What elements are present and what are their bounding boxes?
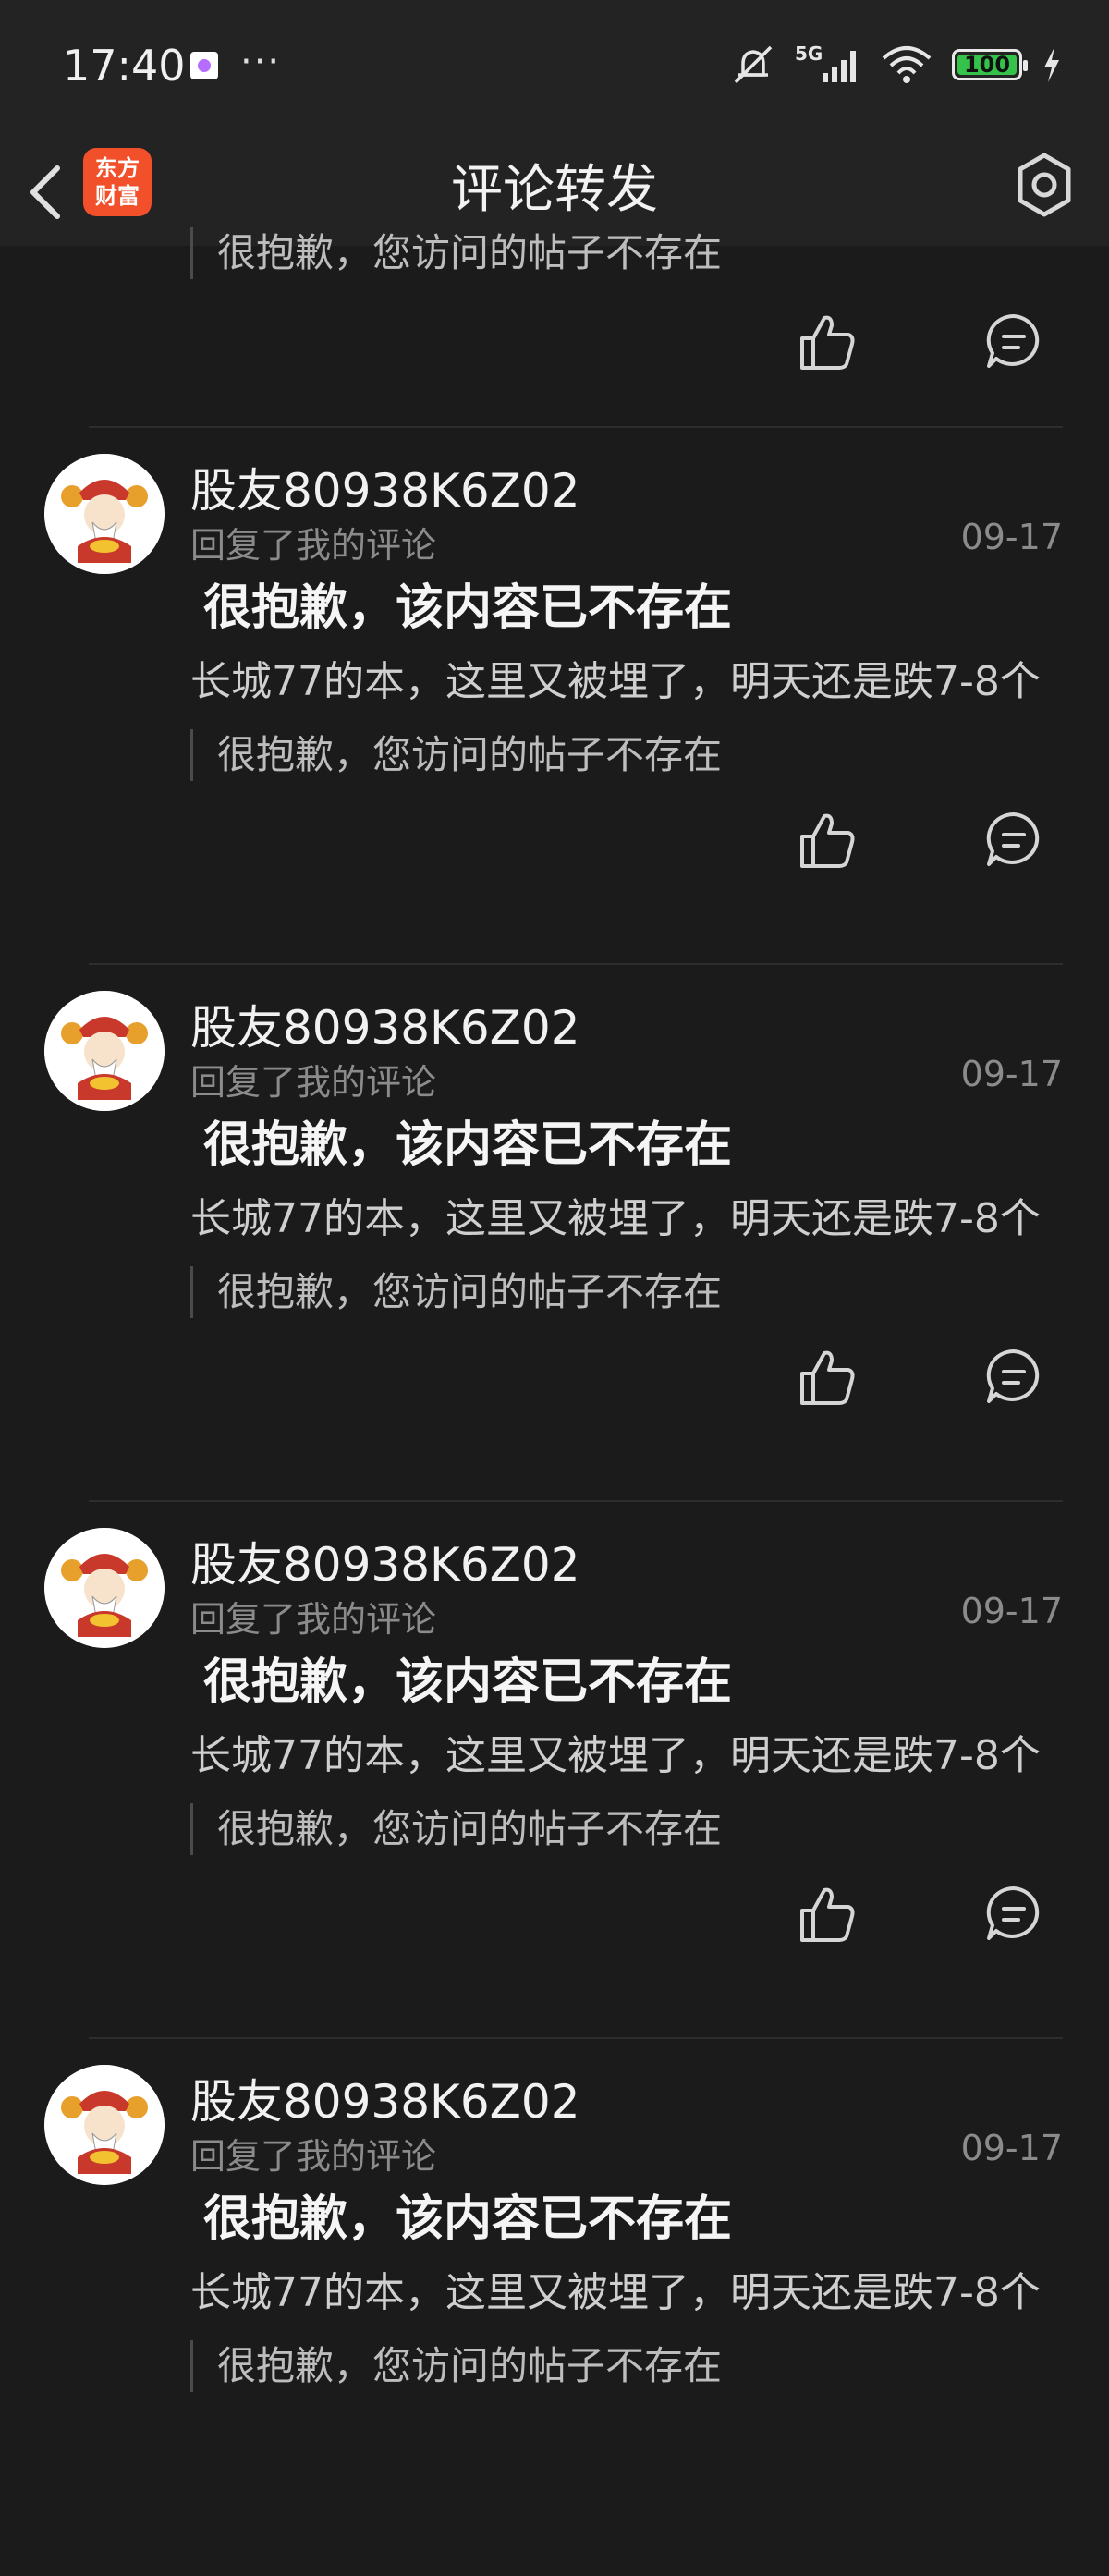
mute-vibrate-icon [730, 43, 776, 86]
quoted-post[interactable]: 很抱歉，您访问的帖子不存在 [190, 729, 883, 781]
item-actions [795, 311, 1044, 375]
status-bar: 17:40 ··· 5G 100 [0, 0, 1109, 139]
status-time: 17:40 [63, 41, 186, 91]
action-description: 回复了我的评论 [190, 525, 437, 566]
caishen-avatar-icon [44, 454, 165, 574]
comment-item[interactable]: 股友80938K6Z02 回复了我的评论 09-17 很抱歉，该内容已不存在 长… [0, 2039, 1109, 2576]
battery-icon: 100 [952, 49, 1028, 80]
avatar[interactable] [44, 991, 165, 1111]
charging-icon [1041, 43, 1063, 86]
action-description: 回复了我的评论 [190, 1599, 437, 1640]
signal-5g-icon: 5G [795, 43, 861, 86]
comment-item-partial: 很抱歉，您访问的帖子不存在 [0, 227, 1109, 412]
item-actions [795, 1883, 1044, 1947]
app-notification-icon [190, 52, 218, 79]
wifi-icon [880, 43, 933, 86]
comment-icon[interactable] [983, 809, 1044, 870]
quoted-post[interactable]: 很抱歉，您访问的帖子不存在 [190, 227, 883, 279]
avatar[interactable] [44, 454, 165, 574]
deleted-content-notice: 很抱歉，该内容已不存在 [203, 2191, 733, 2247]
comment-text[interactable]: 长城77的本，这里又被埋了，明天还是跌7-8个 [190, 1185, 1068, 1244]
avatar[interactable] [44, 1528, 165, 1648]
action-description: 回复了我的评论 [190, 1062, 437, 1103]
comment-item[interactable]: 股友80938K6Z02 回复了我的评论 09-17 很抱歉，该内容已不存在 长… [0, 428, 1109, 965]
user-name[interactable]: 股友80938K6Z02 [190, 454, 580, 520]
deleted-content-notice: 很抱歉，该内容已不存在 [203, 580, 733, 636]
comment-icon[interactable] [983, 1883, 1044, 1944]
settings-button[interactable] [1007, 148, 1081, 222]
user-name[interactable]: 股友80938K6Z02 [190, 1528, 580, 1594]
timestamp: 09-17 [960, 1591, 1063, 1631]
user-name[interactable]: 股友80938K6Z02 [190, 2065, 580, 2131]
caishen-avatar-icon [44, 1528, 165, 1648]
caishen-avatar-icon [44, 2065, 165, 2185]
comment-icon[interactable] [983, 311, 1044, 372]
item-actions [795, 809, 1044, 873]
timestamp: 09-17 [960, 517, 1063, 557]
comment-text[interactable]: 长城77的本，这里又被埋了，明天还是跌7-8个 [190, 2259, 1068, 2318]
user-name[interactable]: 股友80938K6Z02 [190, 991, 580, 1057]
comment-text[interactable]: 长城77的本，这里又被埋了，明天还是跌7-8个 [190, 648, 1068, 707]
like-icon[interactable] [795, 809, 859, 873]
deleted-content-notice: 很抱歉，该内容已不存在 [203, 1117, 733, 1173]
action-description: 回复了我的评论 [190, 2136, 437, 2177]
caishen-avatar-icon [44, 991, 165, 1111]
timestamp: 09-17 [960, 1054, 1063, 1094]
comment-item[interactable]: 股友80938K6Z02 回复了我的评论 09-17 很抱歉，该内容已不存在 长… [0, 1502, 1109, 2039]
battery-level: 100 [963, 52, 1011, 78]
avatar[interactable] [44, 2065, 165, 2185]
gear-icon [1018, 153, 1071, 217]
like-icon[interactable] [795, 1883, 859, 1947]
quoted-post[interactable]: 很抱歉，您访问的帖子不存在 [190, 1803, 883, 1855]
item-actions [795, 1346, 1044, 1410]
timestamp: 09-17 [960, 2128, 1063, 2168]
comment-icon[interactable] [983, 1346, 1044, 1407]
quoted-post[interactable]: 很抱歉，您访问的帖子不存在 [190, 2340, 883, 2392]
svg-text:5G: 5G [795, 43, 823, 65]
page-title: 评论转发 [451, 160, 658, 220]
deleted-content-notice: 很抱歉，该内容已不存在 [203, 1654, 733, 1710]
like-icon[interactable] [795, 311, 859, 375]
comment-text[interactable]: 长城77的本，这里又被埋了，明天还是跌7-8个 [190, 1722, 1068, 1781]
like-icon[interactable] [795, 1346, 859, 1410]
more-notifications-indicator: ··· [240, 41, 282, 83]
quoted-post[interactable]: 很抱歉，您访问的帖子不存在 [190, 1266, 883, 1318]
comment-item[interactable]: 股友80938K6Z02 回复了我的评论 09-17 很抱歉，该内容已不存在 长… [0, 965, 1109, 1502]
status-icons: 5G 100 [730, 41, 1063, 89]
